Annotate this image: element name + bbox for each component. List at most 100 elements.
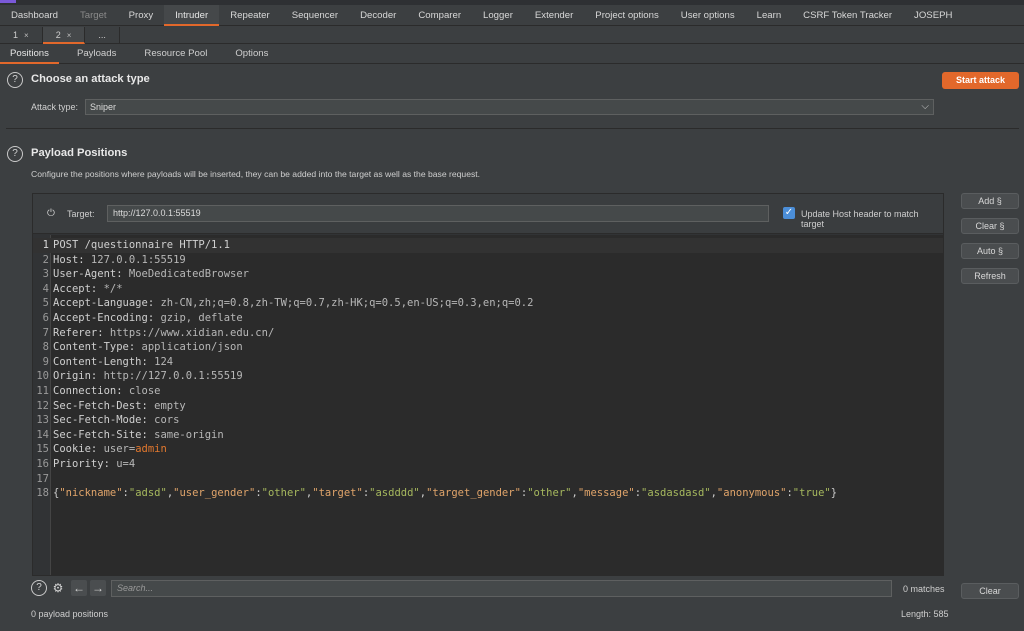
line-number: 14 — [36, 428, 49, 441]
header-value: MoeDedicatedBrowser — [122, 268, 249, 281]
help-icon[interactable]: ? — [7, 146, 23, 162]
start-attack-button[interactable]: Start attack — [942, 72, 1019, 89]
json-key: "target" — [312, 487, 363, 500]
json-key: "message" — [577, 487, 635, 500]
tab-sequencer[interactable]: Sequencer — [281, 5, 349, 26]
tab-decoder[interactable]: Decoder — [349, 5, 407, 26]
tab-options[interactable]: Options — [225, 44, 278, 64]
tab-target[interactable]: Target — [69, 5, 118, 26]
header-name: Sec-Fetch-Mode: — [53, 414, 148, 427]
line-number: 11 — [36, 385, 49, 397]
arrow-left-icon[interactable]: ← — [71, 580, 87, 596]
close-icon[interactable]: × — [24, 31, 29, 40]
json-key: "anonymous" — [716, 487, 787, 500]
request-editor: ⏻ Target: http://127.0.0.1:55519 ✓ Updat… — [32, 193, 944, 576]
clear-button[interactable]: Clear — [961, 583, 1019, 599]
side-button-clear[interactable]: Clear § — [961, 218, 1019, 234]
header-name: Content-Length: — [53, 355, 148, 368]
request-line: 15 Cookie: user=admin — [33, 442, 943, 457]
side-button-auto[interactable]: Auto § — [961, 243, 1019, 259]
header-name: Connection: — [53, 385, 123, 397]
gear-icon[interactable]: ⚙ — [50, 580, 66, 596]
request-line: 6 Accept-Encoding: gzip, deflate — [33, 311, 943, 326]
header-name: User-Agent: — [53, 268, 123, 281]
tab-resource-pool[interactable]: Resource Pool — [134, 44, 217, 64]
line-number: 3 — [42, 268, 49, 281]
request-line: 16 Priority: u=4 — [33, 457, 943, 472]
request-line: 11 Connection: close — [33, 384, 943, 399]
intruder-tab[interactable]: ... — [85, 27, 120, 44]
tab-csrf-token-tracker[interactable]: CSRF Token Tracker — [792, 5, 903, 26]
json-key: "target_gender" — [426, 487, 521, 500]
help-icon[interactable]: ? — [7, 72, 23, 88]
cookie-value: admin — [135, 443, 167, 456]
search-input[interactable]: Search... — [111, 580, 892, 597]
request-text-area[interactable]: 1 POST /questionnaire HTTP/1.1 2 Host: 127.… — [33, 235, 943, 575]
request-line: 4 Accept: */* — [33, 282, 943, 297]
request-line: 12 Sec-Fetch-Dest: empty — [33, 399, 943, 414]
main-tab-bar: Dashboard Target Proxy Intruder Repeater Sequ… — [0, 5, 1024, 26]
line-number: 6 — [42, 312, 49, 324]
request-line: 9 Content-Length: 124 — [33, 355, 943, 370]
tab-comparer[interactable]: Comparer — [407, 5, 472, 26]
intruder-tab-label: 2 — [55, 30, 61, 40]
request-body-line: 18 {"nickname":"adsd","user_gender":"othe… — [33, 486, 943, 501]
tab-learn[interactable]: Learn — [746, 5, 793, 26]
tab-user-options[interactable]: User options — [670, 5, 746, 26]
request-line: 5 Accept-Language: zh-CN,zh;q=0.8,zh-TW;q… — [33, 296, 943, 311]
header-value: u=4 — [109, 458, 136, 470]
json-key: "nickname" — [59, 487, 123, 500]
attack-type-title: Choose an attack type — [31, 73, 150, 85]
header-name: Accept-Language: — [53, 297, 155, 310]
header-value: 124 — [147, 355, 174, 368]
arrow-right-icon[interactable]: → — [90, 580, 106, 596]
header-name: POST /questionnaire HTTP/1.1 — [53, 239, 231, 251]
update-host-checkbox[interactable]: ✓ — [783, 207, 795, 219]
section-tab-bar: Positions Payloads Resource Pool Options — [0, 44, 1024, 64]
header-value: http://127.0.0.1:55519 — [97, 370, 243, 383]
tab-positions[interactable]: Positions — [0, 44, 59, 64]
header-value: user= — [97, 443, 136, 456]
intruder-tab[interactable]: 2 × — [42, 27, 86, 44]
tab-payloads[interactable]: Payloads — [67, 44, 126, 64]
tab-intruder[interactable]: Intruder — [164, 5, 220, 26]
chevron-down-icon: ⌵ — [921, 101, 929, 112]
tab-extender[interactable]: Extender — [524, 5, 584, 26]
attack-type-select[interactable]: Sniper ⌵ — [85, 99, 934, 115]
header-value: cors — [147, 414, 180, 427]
request-length: Length: 585 — [901, 609, 949, 619]
header-name: Host: — [53, 253, 85, 266]
header-name: Accept: — [53, 282, 98, 295]
header-name: Sec-Fetch-Dest: — [53, 399, 148, 412]
header-name: Content-Type: — [53, 341, 136, 354]
power-icon: ⏻ — [47, 208, 55, 219]
brand-mark — [0, 0, 16, 3]
line-number: 17 — [36, 472, 49, 485]
tab-joseph[interactable]: JOSEPH — [903, 5, 963, 26]
payload-positions-title: Payload Positions — [31, 147, 128, 159]
header-value: application/json — [135, 341, 243, 354]
attack-type-value: Sniper — [90, 102, 117, 112]
line-number: 1 — [42, 239, 49, 251]
side-button-refresh[interactable]: Refresh — [961, 268, 1019, 284]
intruder-tab-label: ... — [98, 30, 106, 40]
tab-dashboard[interactable]: Dashboard — [0, 5, 69, 26]
header-value: close — [122, 385, 161, 397]
tab-proxy[interactable]: Proxy — [118, 5, 165, 26]
side-button-add[interactable]: Add § — [961, 193, 1019, 209]
target-input[interactable]: http://127.0.0.1:55519 — [107, 205, 769, 222]
payload-position-count: 0 payload positions — [31, 609, 109, 619]
tab-logger[interactable]: Logger — [472, 5, 524, 26]
close-icon[interactable]: × — [67, 31, 72, 40]
request-line: 13 Sec-Fetch-Mode: cors — [33, 413, 943, 428]
target-row: ⏻ Target: http://127.0.0.1:55519 ✓ Updat… — [33, 194, 943, 234]
tab-repeater[interactable]: Repeater — [219, 5, 280, 26]
line-number: 10 — [36, 370, 49, 383]
tab-project-options[interactable]: Project options — [584, 5, 669, 26]
header-name: Origin: — [53, 370, 98, 383]
line-number: 5 — [42, 297, 49, 310]
help-icon[interactable]: ? — [31, 580, 47, 596]
intruder-tab[interactable]: 1 × — [0, 27, 43, 44]
json-value: "asdasdasd" — [641, 487, 711, 500]
request-line: 14 Sec-Fetch-Site: same-origin — [33, 428, 943, 443]
